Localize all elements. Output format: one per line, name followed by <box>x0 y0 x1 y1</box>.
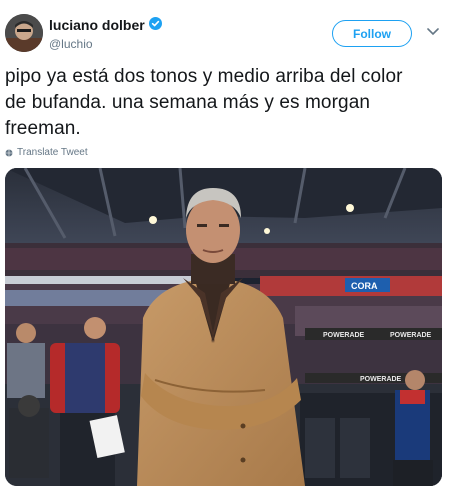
author-name[interactable]: luciano dolber <box>49 17 145 33</box>
tweet-photo[interactable]: CORA POWERADE POWERADE POWERADE <box>5 168 442 486</box>
globe-icon <box>5 149 13 156</box>
banner-text: POWERADE <box>360 376 402 383</box>
banner-text: POWERADE <box>390 332 432 339</box>
follow-button[interactable]: Follow <box>332 20 412 47</box>
verified-badge-icon <box>149 17 162 30</box>
banner-text: POWERADE <box>323 332 365 339</box>
chevron-down-icon[interactable] <box>427 28 439 36</box>
tweet-card: luciano dolber @luchio Follow pipo ya es… <box>0 0 450 492</box>
tweet-text: pipo ya está dos tonos y medio arriba de… <box>5 66 403 139</box>
author-handle[interactable]: @luchio <box>49 37 93 51</box>
avatar[interactable] <box>5 14 43 52</box>
ad-board-text: CORA <box>351 281 378 291</box>
translate-label[interactable]: Translate Tweet <box>17 147 88 158</box>
translate-tweet-link[interactable]: Translate Tweet <box>5 147 88 158</box>
stadium-photo-illustration: CORA POWERADE POWERADE POWERADE <box>5 168 442 486</box>
